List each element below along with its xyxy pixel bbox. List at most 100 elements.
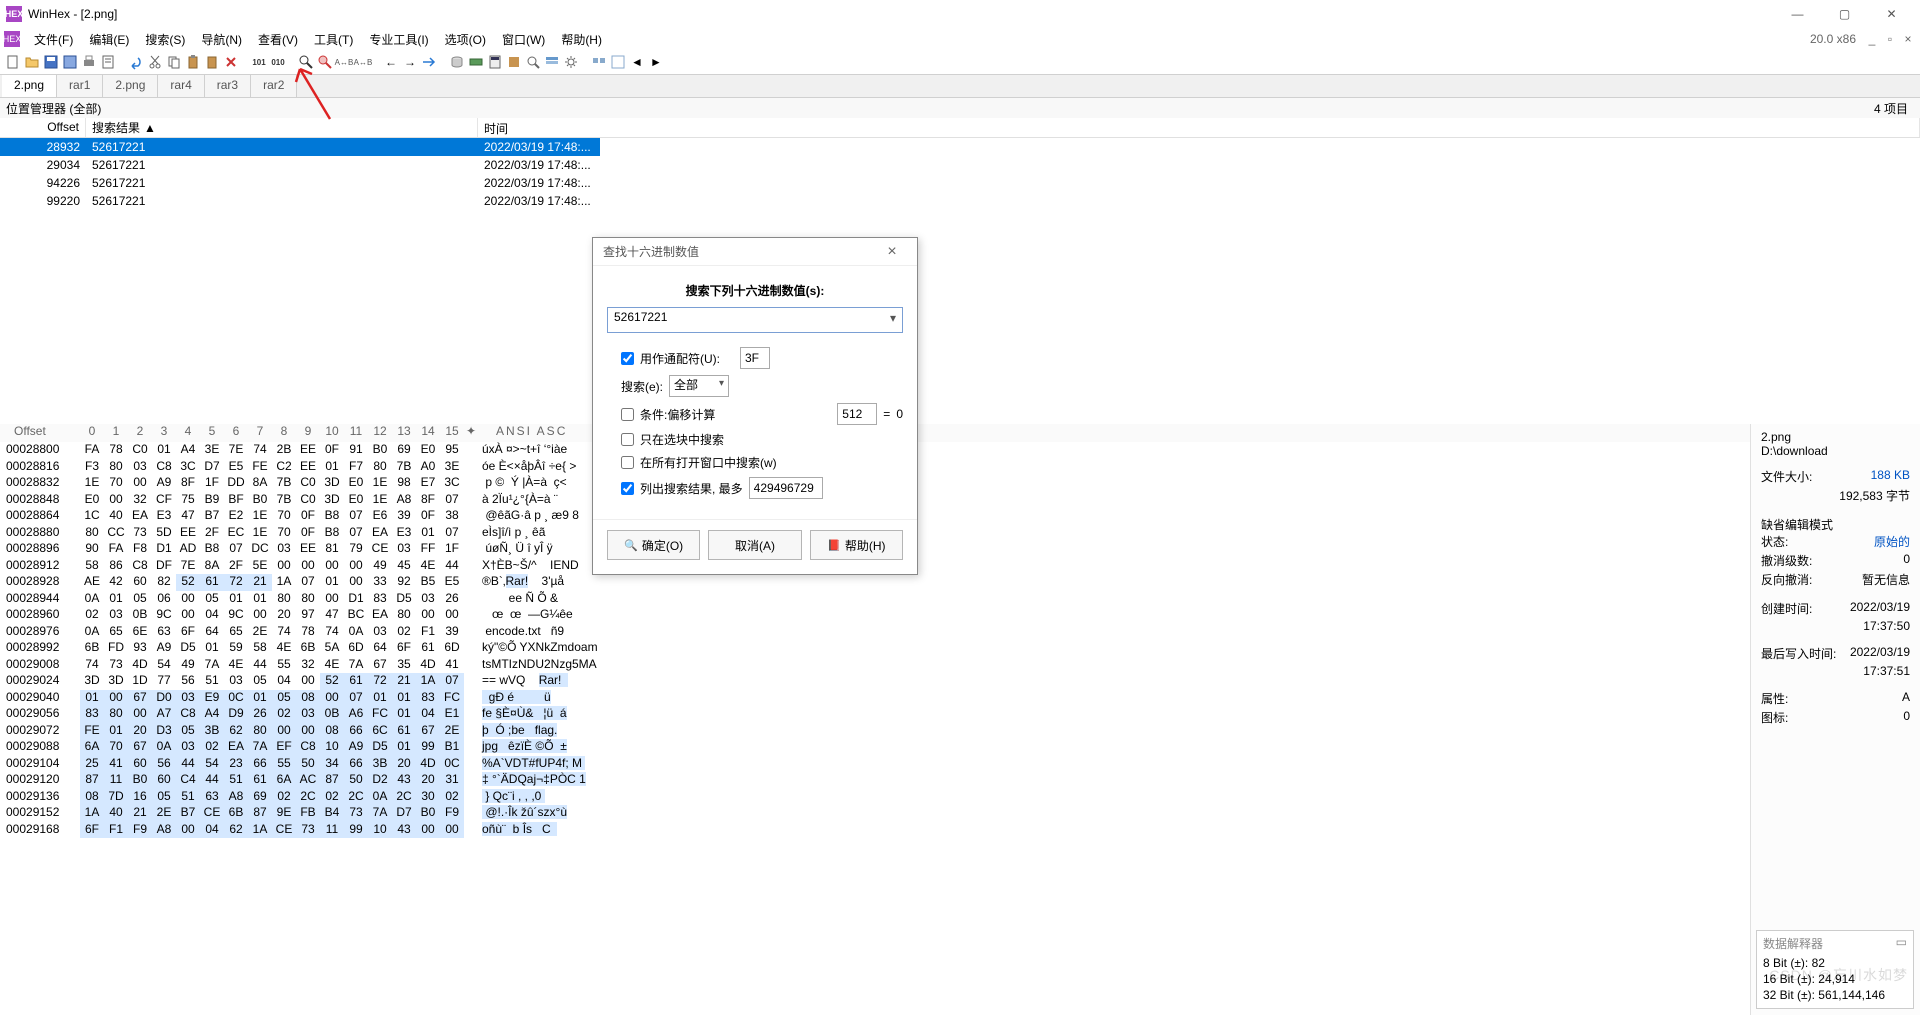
save-icon[interactable] [42, 53, 60, 71]
col-time[interactable]: 时间 [478, 118, 1920, 137]
properties-icon[interactable] [99, 53, 117, 71]
menu-item[interactable]: 查看(V) [250, 29, 306, 50]
hex-row[interactable]: 00029040010067D003E90C0105080007010183FC… [0, 690, 1750, 707]
prev-icon[interactable]: ◄ [628, 53, 646, 71]
wildcard-checkbox[interactable] [621, 352, 634, 365]
position-mgr-icon[interactable] [543, 53, 561, 71]
analyze-icon[interactable] [524, 53, 542, 71]
info-path: D:\download [1761, 444, 1910, 458]
hex-row[interactable]: 0002896002030B9C00049C00209747BCEA800000… [0, 607, 1750, 624]
hex-row[interactable]: 000291208711B060C44451616AAC8750D2432031… [0, 772, 1750, 789]
child-restore-button[interactable]: ▫ [1882, 31, 1898, 47]
child-minimize-button[interactable]: _ [1864, 31, 1880, 47]
hex-row[interactable]: 0002900874734D54497A4E4455324E7A67354D41… [0, 657, 1750, 674]
replace-hex-icon[interactable]: A↔B [354, 53, 372, 71]
menu-item[interactable]: 帮助(H) [553, 29, 610, 50]
menu-item[interactable]: 选项(O) [437, 29, 494, 50]
document-tab[interactable]: 2.png [103, 75, 158, 97]
menu-item[interactable]: 导航(N) [193, 29, 250, 50]
col-offset[interactable]: Offset [0, 118, 86, 137]
cancel-button[interactable]: 取消(A) [708, 530, 801, 560]
result-row[interactable]: 94226526172212022/03/19 17:48:... [0, 174, 600, 192]
list-results-checkbox[interactable] [621, 482, 634, 495]
go-forward-icon[interactable]: → [401, 53, 419, 71]
wildcard-label: 用作通配符(U): [640, 350, 720, 367]
hash-icon[interactable] [505, 53, 523, 71]
hex-row[interactable]: 000290886A70670A0302EA7AEFC810A9D50199B1… [0, 739, 1750, 756]
info-created-value: 2022/03/19 [1850, 600, 1910, 617]
menu-item[interactable]: 专业工具(I) [361, 29, 436, 50]
result-row[interactable]: 99220526172212022/03/19 17:48:... [0, 192, 600, 210]
hex-row[interactable]: 000291521A40212EB7CE6B879EFBB4737AD7B0F9… [0, 805, 1750, 822]
hex-row[interactable]: 000291042541605644542366555034663B204D0C… [0, 756, 1750, 773]
result-row[interactable]: 28932526172212022/03/19 17:48:... [0, 138, 600, 156]
menu-item[interactable]: 窗口(W) [494, 29, 553, 50]
go-back-icon[interactable]: ← [382, 53, 400, 71]
col-result[interactable]: 搜索结果▲ [86, 118, 478, 137]
hex-row[interactable]: 00029056838000A7C8A4D92602030BA6FC0104E1… [0, 706, 1750, 723]
search-value-input[interactable]: 52617221 [607, 307, 903, 333]
hex-row[interactable]: 00029072FE0120D3053B6280000008666C61672E… [0, 723, 1750, 740]
result-row[interactable]: 29034526172212022/03/19 17:48:... [0, 156, 600, 174]
undo-icon[interactable] [127, 53, 145, 71]
hex-row[interactable]: 000289926BFD93A9D50159584E6B5A6D646F616D… [0, 640, 1750, 657]
save-as-icon[interactable] [61, 53, 79, 71]
list-results-max-input[interactable] [749, 477, 823, 499]
document-tab[interactable]: rar2 [251, 75, 297, 97]
child-close-button[interactable]: × [1900, 31, 1916, 47]
go-to-icon[interactable] [420, 53, 438, 71]
search-all-windows-checkbox[interactable] [621, 456, 634, 469]
document-tab[interactable]: rar1 [57, 75, 103, 97]
hex-row[interactable]: 00028928AE426082526172211A0701003392B5E5… [0, 574, 1750, 591]
hex-row[interactable]: 000289440A01050600050101808000D183D50326… [0, 591, 1750, 608]
find-hex-icon[interactable] [316, 53, 334, 71]
close-button[interactable]: ✕ [1869, 1, 1914, 27]
info-mode-label: 缺省编辑模式 [1761, 516, 1910, 533]
hex-row[interactable]: 000289760A656E636F64652E7478740A0302F139… [0, 624, 1750, 641]
search-scope-label: 搜索(e): [621, 378, 663, 395]
bits-101-icon[interactable]: 101 [250, 53, 268, 71]
new-icon[interactable] [4, 53, 22, 71]
interpreter-expand-icon[interactable]: ▭ [1896, 935, 1907, 952]
next-icon[interactable]: ► [647, 53, 665, 71]
settings-icon[interactable] [562, 53, 580, 71]
menu-item[interactable]: 搜索(S) [137, 29, 193, 50]
hex-row[interactable]: 00029136087D16055163A869022C022C0A2C3002… [0, 789, 1750, 806]
document-tab[interactable]: rar3 [205, 75, 251, 97]
hex-row[interactable]: 000290243D3D1D77565103050400526172211A07… [0, 673, 1750, 690]
dialog-close-icon[interactable]: × [877, 243, 907, 261]
condition-checkbox[interactable] [621, 408, 634, 421]
menu-item[interactable]: 编辑(E) [81, 29, 137, 50]
minimize-button[interactable]: — [1775, 1, 1820, 27]
copy-icon[interactable] [165, 53, 183, 71]
maximize-button[interactable]: ▢ [1822, 1, 1867, 27]
document-tab[interactable]: 2.png [2, 75, 57, 97]
case-data-icon[interactable] [590, 53, 608, 71]
help-button[interactable]: 📕帮助(H) [810, 530, 903, 560]
condition-label: 条件:偏移计算 [640, 406, 715, 423]
bits-010-icon[interactable]: 010 [269, 53, 287, 71]
document-tab[interactable]: rar4 [158, 75, 204, 97]
print-icon[interactable] [80, 53, 98, 71]
delete-icon[interactable] [222, 53, 240, 71]
condition-divisor-input[interactable] [837, 403, 877, 425]
find-text-icon[interactable] [297, 53, 315, 71]
hex-focus-icon: ✦ [464, 424, 478, 442]
search-in-block-checkbox[interactable] [621, 433, 634, 446]
wildcard-value-input[interactable] [740, 347, 770, 369]
paste-write-icon[interactable] [203, 53, 221, 71]
ok-button[interactable]: 🔍确定(O) [607, 530, 700, 560]
paste-icon[interactable] [184, 53, 202, 71]
hex-row[interactable]: 000291686FF1F9A80004621ACE73119910430000… [0, 822, 1750, 839]
info-filename: 2.png [1761, 430, 1910, 444]
disk-icon[interactable] [448, 53, 466, 71]
open-icon[interactable] [23, 53, 41, 71]
replace-text-icon[interactable]: A↔B [335, 53, 353, 71]
menu-item[interactable]: 工具(T) [306, 29, 361, 50]
search-scope-select[interactable]: 全部 [669, 375, 729, 397]
cut-icon[interactable] [146, 53, 164, 71]
menu-item[interactable]: 文件(F) [26, 29, 81, 50]
ram-icon[interactable] [467, 53, 485, 71]
calculator-icon[interactable] [486, 53, 504, 71]
gather-icon[interactable] [609, 53, 627, 71]
